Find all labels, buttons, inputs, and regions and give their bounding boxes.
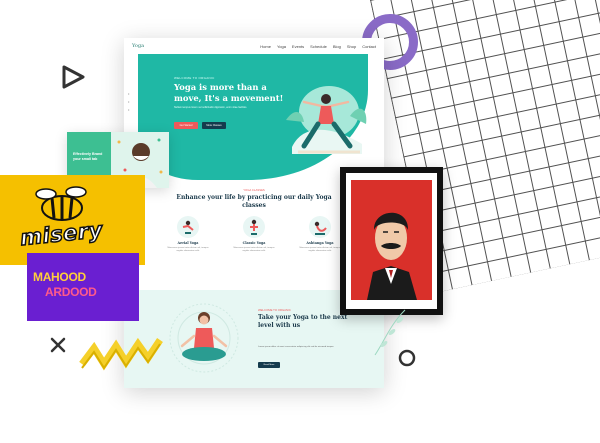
- yoga-pose-illustration: [286, 86, 367, 154]
- zigzag-icon: [79, 337, 163, 371]
- nav-link[interactable]: Home: [260, 44, 271, 49]
- class-card[interactable]: Aerial Yoga Maecenas ipsum tortor dictum…: [164, 216, 212, 253]
- aerial-yoga-icon: [177, 216, 199, 238]
- leaf-decoration: [374, 309, 406, 356]
- level-title: Take your Yoga to the next level with us: [258, 314, 348, 329]
- nav-link[interactable]: Contact: [362, 44, 376, 49]
- class-card-text: Maecenas ipsum tortor dictum vel, tempus…: [233, 247, 275, 252]
- class-card-text: Maecenas ipsum tortor dictum vel, tempus…: [299, 247, 341, 252]
- level-button[interactable]: Read More: [258, 362, 280, 368]
- hero-subtitle: Nullam tempus lorem vel sollicitudin dig…: [174, 106, 248, 109]
- mock-navbar: Yoga Home Yoga Events Schedule Blog Shop…: [124, 38, 384, 54]
- nav-link[interactable]: Events: [292, 44, 304, 49]
- class-card-text: Maecenas ipsum tortor dictum vel, tempus…: [167, 247, 209, 252]
- ashtanga-yoga-icon: [309, 216, 331, 238]
- class-card[interactable]: Classic Yoga Maecenas ipsum tortor dictu…: [230, 216, 278, 253]
- hero-tag: WELCOME TO ORGANIC: [174, 76, 215, 80]
- classes-title: Enhance your life by practicing our dail…: [176, 194, 332, 209]
- nav-link[interactable]: Blog: [333, 44, 341, 49]
- nav-link[interactable]: Shop: [347, 44, 356, 49]
- class-card-title: Classic Yoga: [242, 241, 266, 245]
- mustache-man-illustration: [367, 212, 417, 300]
- green-card-text: Effectively Brand your small tab: [73, 152, 103, 161]
- classic-yoga-icon: [243, 216, 265, 238]
- mock-nav-links: Home Yoga Events Schedule Blog Shop Cont…: [260, 44, 376, 49]
- mahood-line-2: ARDOOD: [45, 285, 97, 299]
- hero-secondary-button[interactable]: More Classes: [202, 122, 226, 129]
- mock-logo: Yoga: [132, 43, 145, 49]
- hero-primary-button[interactable]: Get Started: [174, 122, 198, 129]
- nav-link[interactable]: Yoga: [277, 44, 286, 49]
- meditation-illustration: [169, 303, 239, 373]
- level-tag: WELCOME TO ORGANIC: [258, 308, 291, 312]
- nav-link[interactable]: Schedule: [310, 44, 327, 49]
- class-card-title: Ashtanga Yoga: [306, 241, 334, 245]
- class-card[interactable]: Ashtanga Yoga Maecenas ipsum tortor dict…: [296, 216, 344, 253]
- mahood-line-1: MAHOOD: [33, 270, 86, 284]
- social-icons: • • •: [128, 91, 130, 112]
- cross-icon: [50, 337, 66, 353]
- triangle-outline-icon: [62, 65, 85, 89]
- level-text: Lorem ipsum dolor sit amet consectetur a…: [258, 346, 334, 348]
- class-card-title: Aerial Yoga: [177, 241, 199, 245]
